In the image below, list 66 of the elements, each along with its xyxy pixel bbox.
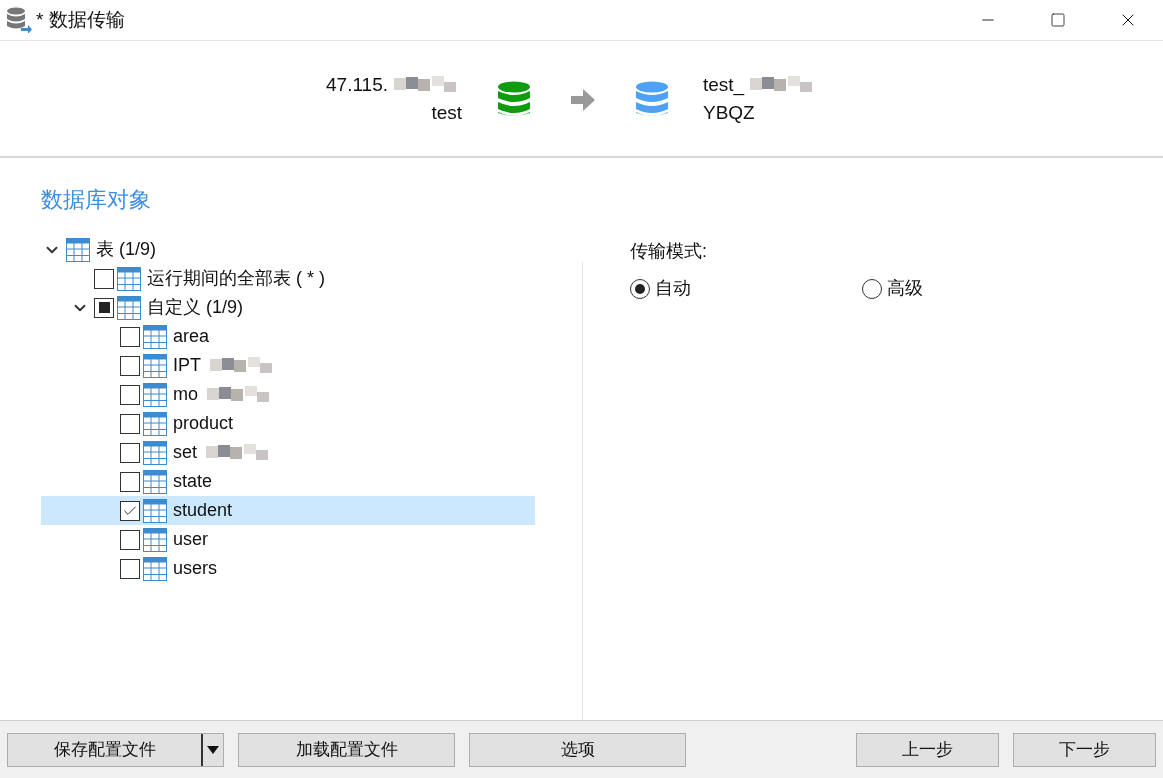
table-icon <box>143 411 167 436</box>
checkbox[interactable] <box>120 384 140 405</box>
footer-button[interactable]: 选项 <box>469 732 686 767</box>
table-icon <box>143 382 167 407</box>
table-icon <box>143 353 167 378</box>
tree-row[interactable]: mo <box>41 380 535 409</box>
table-icon <box>143 556 167 581</box>
tree-row[interactable]: users <box>41 554 535 583</box>
footer-button[interactable]: 加载配置文件 <box>238 732 455 767</box>
radio-label: 高级 <box>887 277 923 300</box>
tree-label: area <box>173 325 210 348</box>
window-title: * 数据传输 <box>36 7 125 32</box>
tree-label: 表 (1/9) <box>96 238 156 261</box>
checkbox[interactable] <box>94 297 114 318</box>
table-icon <box>117 266 141 291</box>
tree-row[interactable]: student <box>41 496 535 525</box>
source-host: 47.115. <box>326 73 388 97</box>
tree-label: set <box>173 441 197 464</box>
table-icon <box>117 295 141 320</box>
table-icon <box>143 469 167 494</box>
tree-label: product <box>173 412 234 435</box>
checkbox[interactable] <box>120 442 140 463</box>
tree-label: IPT <box>173 354 201 377</box>
tree-row[interactable]: IPT <box>41 351 535 380</box>
checkbox[interactable] <box>120 471 140 492</box>
table-icon <box>143 527 167 552</box>
table-icon <box>143 324 167 349</box>
table-icon <box>143 440 167 465</box>
tree-label: mo <box>173 383 198 406</box>
footer-button[interactable]: 下一步 <box>1013 732 1156 767</box>
tree-label: 自定义 (1/9) <box>147 296 243 319</box>
tree-row[interactable]: user <box>41 525 535 554</box>
target-database: YBQZ <box>703 101 756 125</box>
transfer-mode-label: 传输模式: <box>630 241 707 261</box>
tree-row[interactable]: 自定义 (1/9) <box>41 293 535 322</box>
tree-row[interactable]: set <box>41 438 535 467</box>
section-title: 数据库对象 <box>41 186 152 214</box>
checkbox[interactable] <box>120 413 140 434</box>
source-database-icon <box>497 81 531 119</box>
tree-row[interactable]: 运行期间的全部表 ( * ) <box>41 264 535 293</box>
tree-row[interactable]: area <box>41 322 535 351</box>
checkbox[interactable] <box>120 529 140 550</box>
table-icon <box>143 498 167 523</box>
source-database: test <box>431 101 462 125</box>
footer-button[interactable]: 上一步 <box>856 732 999 767</box>
database-transfer-icon <box>6 7 32 33</box>
maximize-icon[interactable] <box>1050 12 1066 28</box>
checkbox[interactable] <box>120 326 140 347</box>
tree-row[interactable]: product <box>41 409 535 438</box>
tree-row[interactable]: state <box>41 467 535 496</box>
radio-label: 自动 <box>655 277 691 300</box>
checkbox[interactable] <box>94 268 114 289</box>
tree-label: student <box>173 499 233 522</box>
dropdown-arrow-icon[interactable] <box>207 745 219 754</box>
checkbox[interactable] <box>120 355 140 376</box>
checkbox[interactable] <box>120 500 140 521</box>
tree-label: state <box>173 470 213 493</box>
checkbox[interactable] <box>120 558 140 579</box>
table-icon <box>66 237 90 262</box>
arrow-right-icon <box>571 89 595 111</box>
tree-label: user <box>173 528 208 551</box>
tree-row[interactable]: 表 (1/9) <box>41 235 535 264</box>
tree-label: 运行期间的全部表 ( * ) <box>147 267 325 290</box>
save-profile-button[interactable]: 保存配置文件 <box>7 732 224 767</box>
tree-label: users <box>173 557 217 580</box>
target-host: test_ <box>703 73 745 98</box>
